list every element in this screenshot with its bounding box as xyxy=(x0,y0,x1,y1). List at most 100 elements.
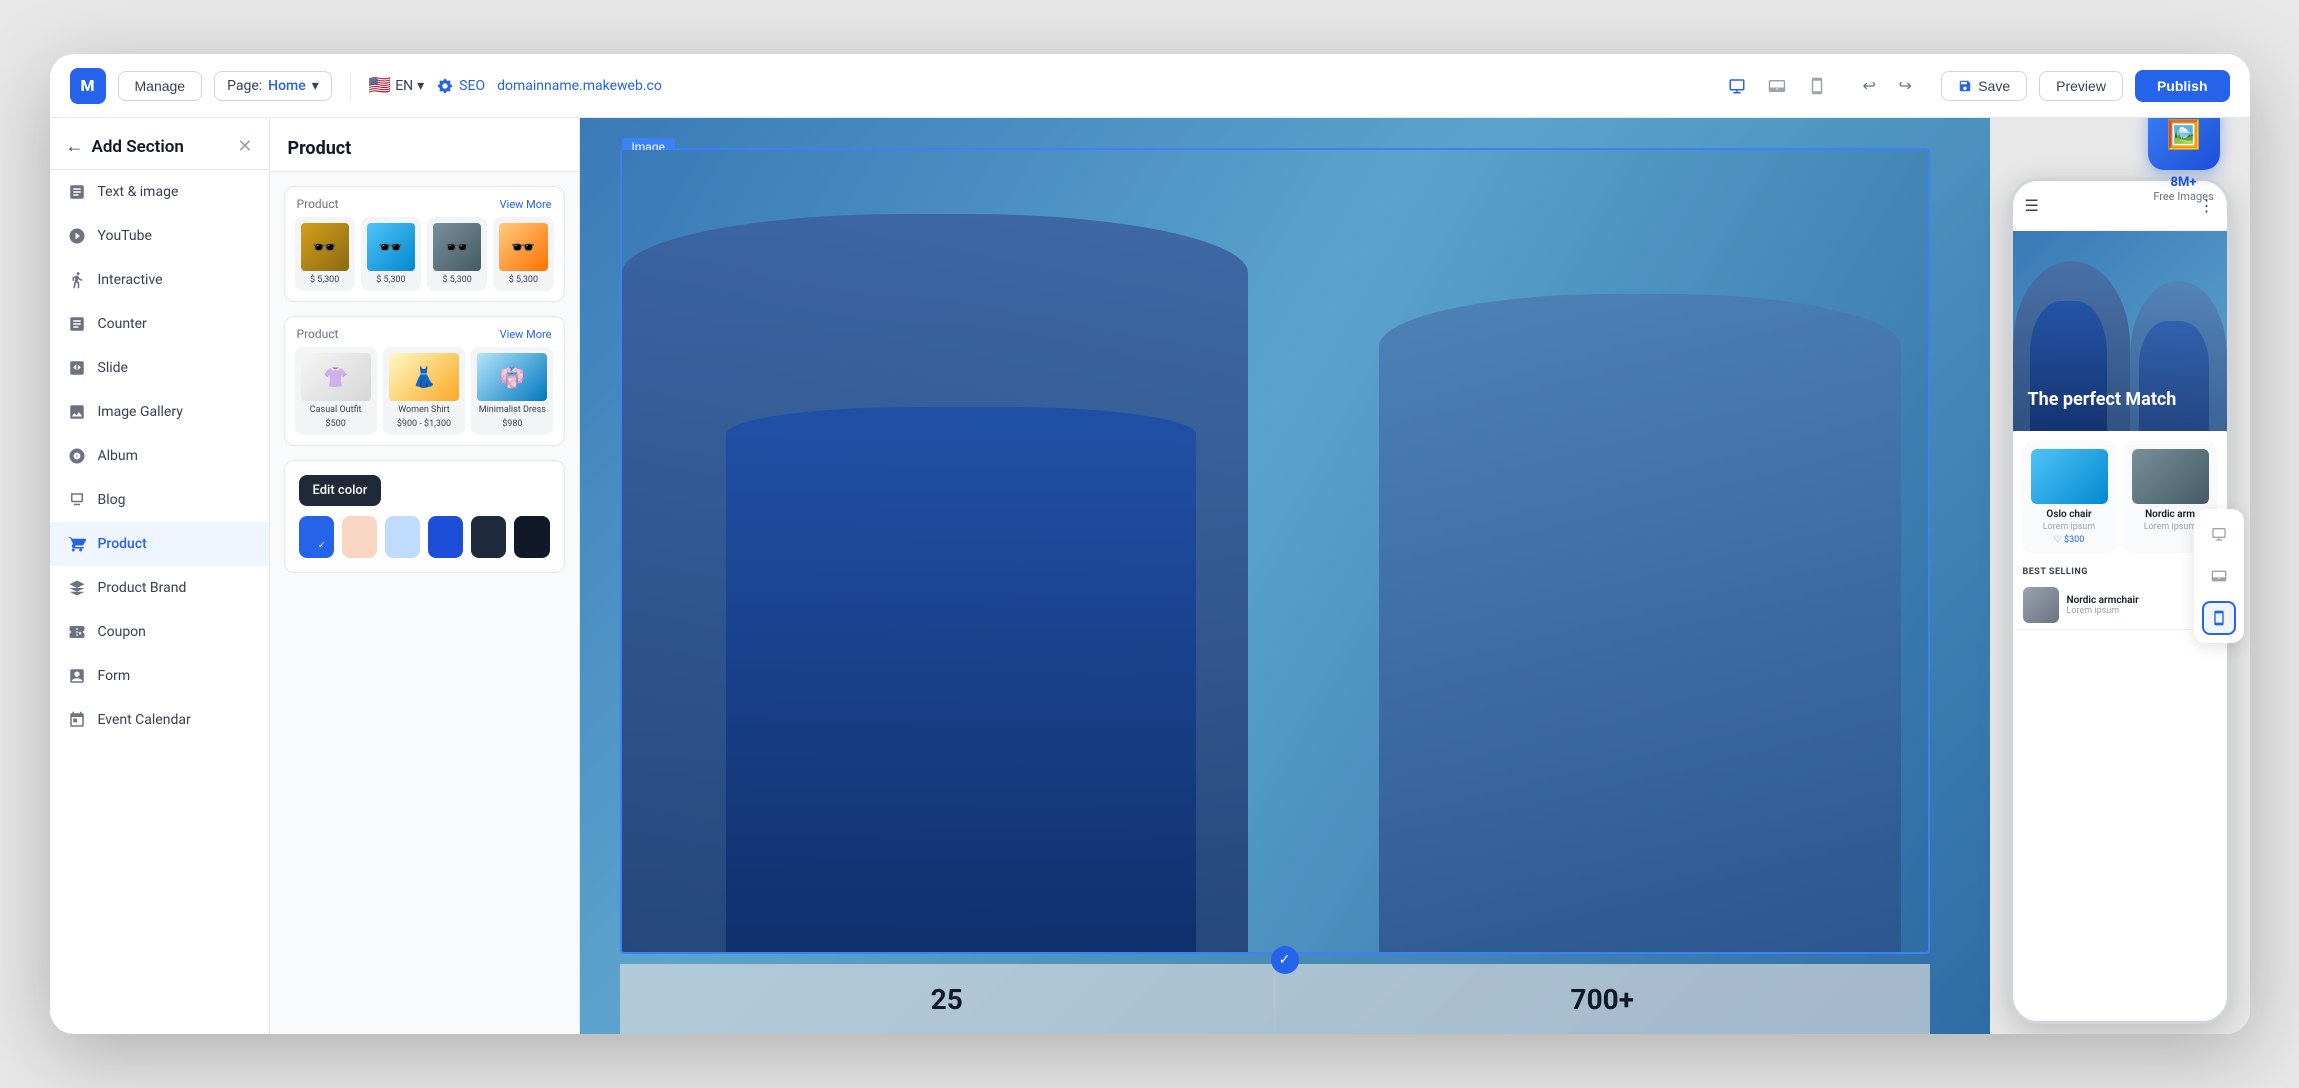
free-images-icon[interactable]: 🖼️ + xyxy=(2148,118,2220,170)
canvas-background: Image Change Image xyxy=(580,118,1990,1034)
free-images-label: Free Images xyxy=(2153,190,2213,203)
sidebar-item-album[interactable]: Album xyxy=(50,434,269,478)
topbar: M Manage Page: Home ▾ 🇺🇸 EN ▾ SEO domain… xyxy=(50,54,2250,118)
desktop-icon[interactable] xyxy=(1721,70,1753,102)
save-button[interactable]: Save xyxy=(1941,71,2027,101)
color-swatch-peach[interactable] xyxy=(342,516,377,558)
product-image: 🕶️ xyxy=(499,223,547,271)
sidebar-item-text-image[interactable]: Text & image xyxy=(50,170,269,214)
sidebar-item-youtube[interactable]: YouTube xyxy=(50,214,269,258)
sunglasses-grid: 🕶️ $ 5,300 🕶️ $ 5,300 🕶️ $ 5,300 🕶️ $ 5,… xyxy=(285,217,564,301)
slide-icon xyxy=(66,357,88,379)
sidebar-item-counter[interactable]: Counter xyxy=(50,302,269,346)
coupon-icon xyxy=(66,621,88,643)
sidebar-item-blog[interactable]: Blog xyxy=(50,478,269,522)
product-item[interactable]: 👚 Casual Outfit $500 xyxy=(295,347,377,435)
preview-button[interactable]: Preview xyxy=(2039,71,2123,101)
page-selector[interactable]: Page: Home ▾ xyxy=(214,71,332,101)
sidebar-item-form[interactable]: Form xyxy=(50,654,269,698)
manage-button[interactable]: Manage xyxy=(118,71,203,101)
blog-icon xyxy=(66,489,88,511)
form-icon xyxy=(66,665,88,687)
product-item[interactable]: 👘 Minimalist Dress $980 xyxy=(471,347,553,435)
sidebar-item-event-calendar[interactable]: Event Calendar xyxy=(50,698,269,742)
logo: M xyxy=(70,68,106,104)
undo-button[interactable]: ↩ xyxy=(1853,70,1885,102)
panel-title: Product xyxy=(270,118,579,172)
seo-button[interactable]: SEO xyxy=(436,77,485,95)
hero-image-container[interactable]: Image Change Image xyxy=(620,148,1930,954)
phone-product-image xyxy=(2031,449,2108,504)
desktop-device-icon[interactable] xyxy=(2202,517,2236,551)
mobile-device-icon[interactable] xyxy=(2202,601,2236,635)
view-more-button-2[interactable]: View More xyxy=(500,328,552,341)
product-item[interactable]: 👗 Women Shirt $900 - $1,300 xyxy=(383,347,465,435)
tablet-device-icon[interactable] xyxy=(2202,559,2236,593)
interactive-icon xyxy=(66,269,88,291)
phone-list-image xyxy=(2023,587,2059,623)
tablet-icon[interactable] xyxy=(1761,70,1793,102)
redo-button[interactable]: ↪ xyxy=(1889,70,1921,102)
hero-content xyxy=(622,150,1928,952)
product-card-clothing[interactable]: Product View More 👚 Casual Outfit $500 👗… xyxy=(284,316,565,446)
sidebar: ← Add Section ✕ Text & image YouTube xyxy=(50,118,270,1034)
close-sidebar-button[interactable]: ✕ xyxy=(237,136,252,157)
edit-color-tooltip: Edit color xyxy=(299,475,382,506)
phone-hero-text: The perfect Match xyxy=(2028,388,2177,411)
color-swatch-darkblue[interactable] xyxy=(428,516,463,558)
confirm-check[interactable]: ✓ xyxy=(1271,946,1299,974)
sidebar-item-coupon[interactable]: Coupon xyxy=(50,610,269,654)
sidebar-header: ← Add Section ✕ xyxy=(50,118,269,170)
product-card-sunglasses[interactable]: Product View More 🕶️ $ 5,300 🕶️ $ 5,300 … xyxy=(284,186,565,302)
publish-button[interactable]: Publish xyxy=(2135,70,2230,102)
phone-hero: The perfect Match xyxy=(2013,231,2227,431)
stat-item-700: 700+ xyxy=(1275,964,1930,1034)
color-picker-section: Edit color ✓ xyxy=(284,460,565,573)
product-item[interactable]: 🕶️ $ 5,300 xyxy=(427,217,487,291)
sidebar-item-image-gallery[interactable]: Image Gallery xyxy=(50,390,269,434)
product-panel: Product Product View More 🕶️ $ 5,300 🕶️ … xyxy=(270,118,580,1034)
device-icons xyxy=(1721,70,1833,102)
color-swatch-blue[interactable]: ✓ xyxy=(299,516,334,558)
right-panel: 🖼️ + 8M+ Free Images ☰ ⋮ xyxy=(1990,118,2250,1034)
canvas: Image Change Image xyxy=(580,118,1990,1034)
domain-link[interactable]: domainname.makeweb.co xyxy=(497,78,662,94)
product-image: 🕶️ xyxy=(433,223,481,271)
product-brand-icon xyxy=(66,577,88,599)
color-swatches: ✓ xyxy=(299,516,550,558)
product-icon xyxy=(66,533,88,555)
color-swatch-black[interactable] xyxy=(514,516,549,558)
product-item[interactable]: 🕶️ $ 5,300 xyxy=(295,217,355,291)
event-calendar-icon xyxy=(66,709,88,731)
color-check: ✓ xyxy=(314,538,330,554)
color-swatch-navy[interactable] xyxy=(471,516,506,558)
sidebar-item-interactive[interactable]: Interactive xyxy=(50,258,269,302)
sidebar-title: Add Section xyxy=(92,137,184,157)
undo-redo: ↩ ↪ xyxy=(1853,70,1921,102)
back-arrow-icon[interactable]: ← xyxy=(66,136,84,157)
product-image: 🕶️ xyxy=(301,223,349,271)
sidebar-item-slide[interactable]: Slide xyxy=(50,346,269,390)
counter-icon xyxy=(66,313,88,335)
image-count: 8M+ xyxy=(2171,175,2197,190)
color-swatch-lightblue[interactable] xyxy=(385,516,420,558)
view-more-button-1[interactable]: View More xyxy=(500,198,552,211)
product-item[interactable]: 🕶️ $ 5,300 xyxy=(493,217,553,291)
stats-bar: 25 700+ xyxy=(620,964,1930,1034)
mobile-icon[interactable] xyxy=(1801,70,1833,102)
sidebar-item-product[interactable]: Product xyxy=(50,522,269,566)
product-image: 👚 xyxy=(301,353,371,401)
clothing-grid: 👚 Casual Outfit $500 👗 Women Shirt $900 … xyxy=(285,347,564,445)
product-item[interactable]: 🕶️ $ 5,300 xyxy=(361,217,421,291)
language-selector[interactable]: 🇺🇸 EN ▾ xyxy=(369,75,424,96)
youtube-icon xyxy=(66,225,88,247)
phone-product-image xyxy=(2132,449,2209,504)
phone-product-card[interactable]: Oslo chair Lorem ipsum ♡ $300 xyxy=(2023,441,2116,553)
main-container: M Manage Page: Home ▾ 🇺🇸 EN ▾ SEO domain… xyxy=(50,54,2250,1034)
product-image: 🕶️ xyxy=(367,223,415,271)
product-image: 👘 xyxy=(477,353,547,401)
phone-menu-icon: ☰ xyxy=(2025,196,2039,215)
divider xyxy=(350,72,351,100)
sidebar-item-product-brand[interactable]: Product Brand xyxy=(50,566,269,610)
device-selector xyxy=(2194,509,2244,643)
